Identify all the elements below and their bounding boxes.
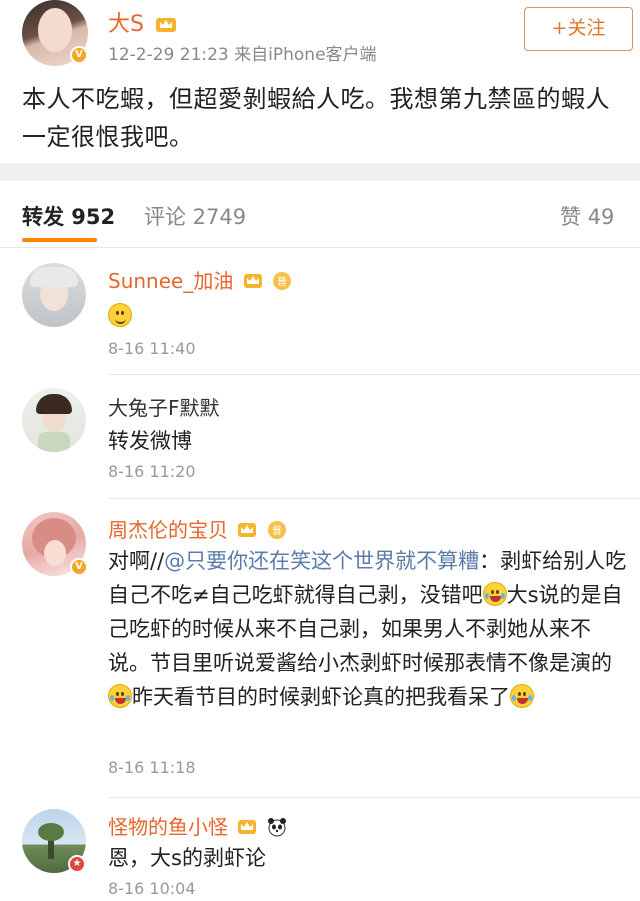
post-author[interactable]: 大S (108, 6, 177, 38)
vip-crown-icon (243, 274, 262, 288)
comment-text (108, 299, 628, 333)
comment-text-part: 昨天看节目的时候剥虾论真的把我看呆了 (132, 685, 510, 709)
comment-time: 8-16 11:40 (108, 339, 196, 358)
commenter-name-text[interactable]: 周杰伦的宝贝 (108, 518, 228, 542)
commenter-avatar[interactable] (22, 388, 86, 452)
comment-item: V 周杰伦的宝贝 普 对啊//@只要你还在笑这个世界就不算糟：剥虾给别人吃自己不… (0, 498, 640, 798)
comment-time: 8-16 11:20 (108, 462, 196, 481)
vip-crown-icon (155, 18, 176, 32)
section-gap (0, 163, 640, 181)
laugh-cry-emoji-icon (108, 684, 132, 708)
post-text: 本人不吃蝦，但超愛剝蝦給人吃。我想第九禁區的蝦人一定很恨我吧。 (22, 85, 610, 151)
comment-time: 8-16 11:18 (108, 758, 196, 777)
svg-text:普: 普 (272, 524, 282, 537)
panda-badge-icon (267, 818, 286, 837)
svg-text:普: 普 (277, 275, 287, 288)
comment-text: 恩，大s的剥虾论 (108, 846, 266, 870)
mention-link[interactable]: @只要你还在笑这个世界就不算糟 (164, 549, 479, 573)
verified-icon: V (70, 558, 88, 576)
vip-crown-icon (238, 523, 257, 537)
tab-reposts[interactable]: 转发 952 (22, 201, 115, 231)
vip-crown-icon (238, 820, 257, 834)
commenter-name-text[interactable]: 怪物的鱼小怪 (108, 815, 228, 839)
tab-comments[interactable]: 评论 2749 (144, 201, 246, 231)
verified-icon: ★ (68, 855, 86, 873)
member-badge-icon: 普 (273, 272, 292, 290)
commenter-name-text[interactable]: Sunnee_加油 (108, 269, 233, 293)
comment-item: ★ 怪物的鱼小怪 恩，大s的剥虾论 8-16 10:04 (0, 797, 640, 901)
member-badge-icon: 普 (267, 521, 286, 539)
comment-item: 大兔子F默默 转发微博 8-16 11:20 (0, 374, 640, 499)
commenter-name[interactable]: 周杰伦的宝贝 普 (108, 514, 287, 543)
follow-button[interactable]: +关注 (524, 7, 633, 51)
weibo-post: V 大S 12-2-29 21:23 来自iPhone客户端 +关注 本人不吃蝦… (0, 0, 640, 163)
tab-likes[interactable]: 赞 49 (560, 201, 614, 231)
comment-text: 对啊//@只要你还在笑这个世界就不算糟：剥虾给别人吃自己不吃≠自己吃虾就得自己剥… (108, 544, 628, 714)
post-author-name[interactable]: 大S (108, 12, 144, 37)
commenter-avatar[interactable] (22, 263, 86, 327)
laugh-cry-emoji-icon (482, 582, 507, 606)
comment-text: 转发微博 (108, 429, 192, 453)
post-meta: 12-2-29 21:23 来自iPhone客户端 (108, 45, 377, 65)
comment-text-prefix: 对啊// (108, 549, 165, 573)
commenter-name[interactable]: 大兔子F默默 (108, 392, 220, 421)
comment-time: 8-16 10:04 (108, 879, 196, 898)
verified-icon: V (70, 46, 88, 64)
active-tab-indicator (22, 238, 97, 242)
smile-emoji-icon (108, 303, 132, 327)
commenter-name[interactable]: 怪物的鱼小怪 (108, 811, 287, 840)
comment-item: Sunnee_加油 普 8-16 11:40 (0, 247, 640, 375)
laugh-cry-emoji-icon (510, 684, 534, 708)
commenter-name[interactable]: Sunnee_加油 普 (108, 265, 292, 294)
post-tabs: 转发 952 评论 2749 赞 49 (0, 181, 640, 243)
